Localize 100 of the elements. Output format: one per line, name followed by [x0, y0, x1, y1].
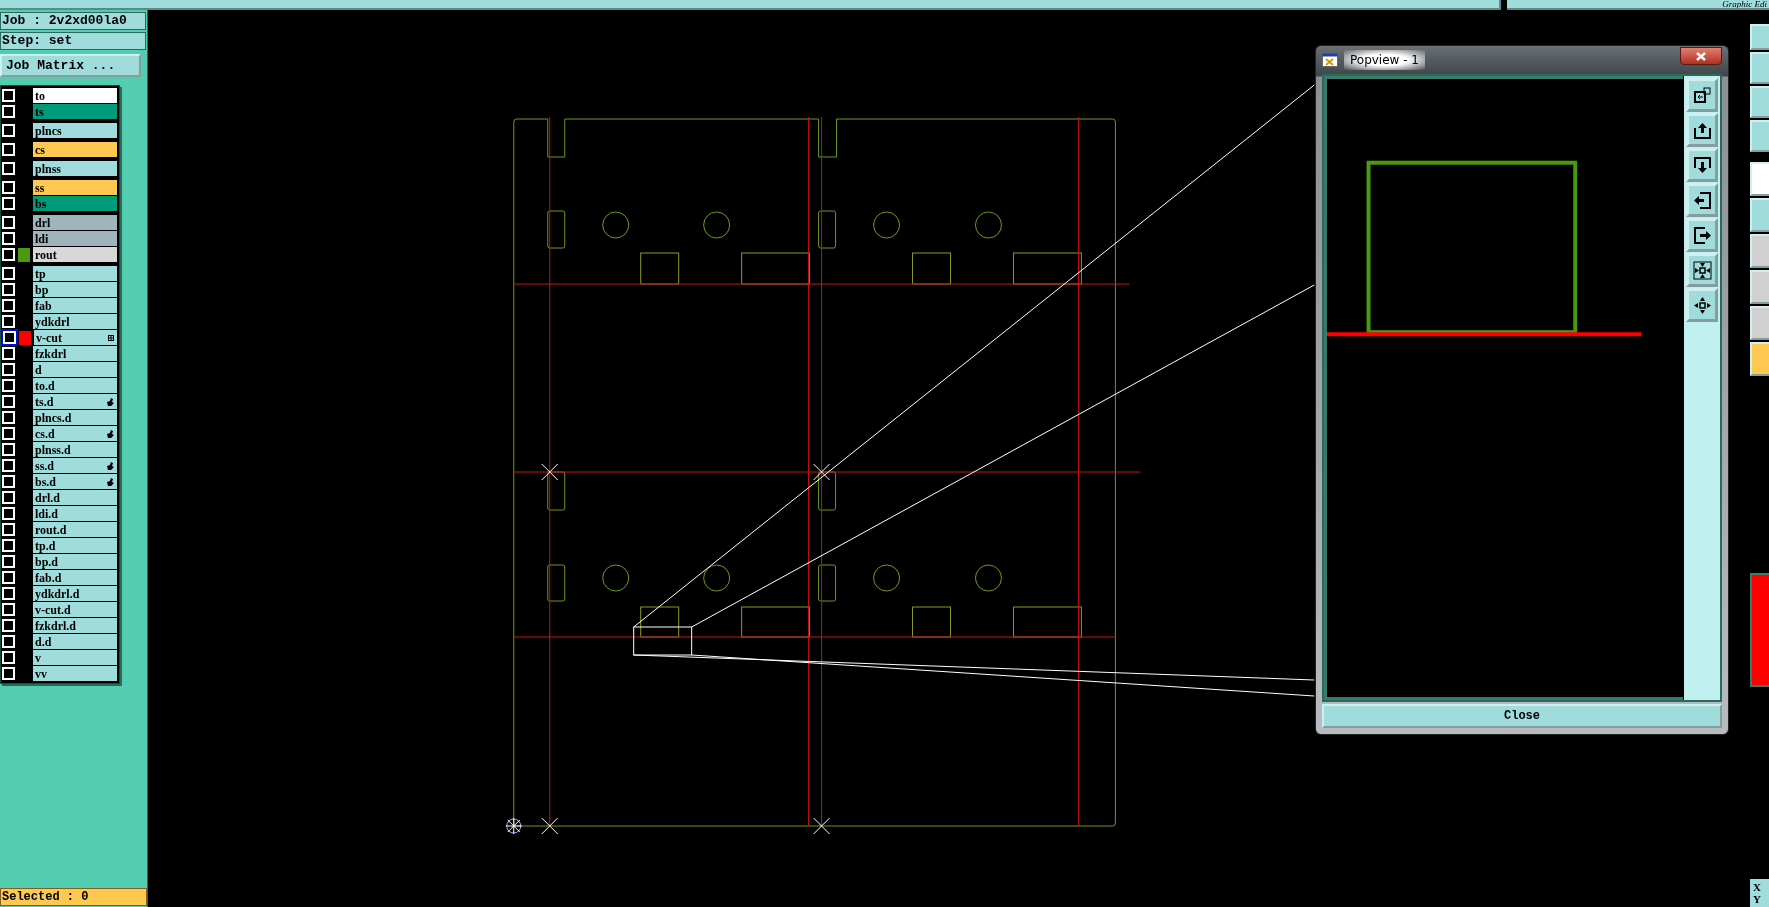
layer-checkbox[interactable] — [2, 555, 15, 568]
layer-checkbox[interactable] — [2, 363, 15, 376]
layer-name[interactable]: plncs.d — [33, 410, 117, 425]
layer-checkbox[interactable] — [2, 539, 15, 552]
layer-name[interactable]: bp — [33, 282, 117, 297]
layer-label: ss — [35, 180, 45, 195]
layer-checkbox[interactable] — [2, 89, 15, 102]
layer-name[interactable]: plnss.d — [33, 442, 117, 457]
layer-checkbox[interactable] — [2, 232, 15, 245]
pad-rectangle — [912, 252, 951, 285]
layer-checkbox[interactable] — [2, 619, 15, 632]
layer-label: plncs.d — [35, 410, 72, 425]
toolbar-button[interactable] — [1686, 253, 1718, 287]
pad-rectangle — [1012, 606, 1082, 638]
layer-checkbox[interactable] — [2, 124, 15, 137]
layer-name[interactable]: drl.d — [33, 490, 117, 505]
layer-name[interactable]: to.d — [33, 378, 117, 393]
layer-name[interactable]: drl — [33, 215, 117, 230]
layer-name[interactable]: fzkdrl — [33, 346, 117, 361]
layer-checkbox[interactable] — [2, 267, 15, 280]
tab-outline — [547, 210, 566, 249]
layer-name[interactable]: fab — [33, 298, 117, 313]
layer-checkbox[interactable] — [2, 443, 15, 456]
layer-checkbox[interactable] — [2, 635, 15, 648]
layer-name[interactable]: fzkdrl.d — [33, 618, 117, 633]
toolbar-button[interactable] — [1686, 183, 1718, 217]
layer-name[interactable]: bp.d — [33, 554, 117, 569]
layer-checkbox[interactable] — [2, 395, 15, 408]
toolbar-button[interactable] — [1686, 218, 1718, 252]
toolbar-button[interactable] — [1686, 78, 1718, 112]
toolbar-button[interactable] — [1686, 113, 1718, 147]
layer-name[interactable]: ts.d — [33, 394, 117, 409]
layer-checkbox[interactable] — [2, 283, 15, 296]
close-button[interactable]: Close — [1322, 704, 1722, 728]
layer-checkbox[interactable] — [2, 347, 15, 360]
layer-name[interactable]: v-cut.d — [33, 602, 117, 617]
layer-checkbox[interactable] — [2, 248, 15, 261]
layer-name[interactable]: plnss — [33, 161, 117, 176]
layer-checkbox[interactable] — [2, 603, 15, 616]
layer-name[interactable]: tp.d — [33, 538, 117, 553]
layer-checkbox[interactable] — [2, 667, 15, 680]
layer-name[interactable]: ss — [33, 180, 117, 195]
layer-name[interactable]: ts — [33, 104, 117, 119]
app-title: Graphic Edi — [1722, 0, 1768, 8]
layer-name[interactable]: cs — [33, 142, 117, 157]
layer-checkbox[interactable] — [2, 459, 15, 472]
layer-name[interactable]: ss.d — [33, 458, 117, 473]
layer-checkbox[interactable] — [2, 651, 15, 664]
toolbar-button[interactable] — [1686, 288, 1718, 322]
layer-name[interactable]: d — [33, 362, 117, 377]
layer-checkbox[interactable] — [2, 162, 15, 175]
layer-checkbox[interactable] — [2, 315, 15, 328]
layer-checkbox[interactable] — [2, 507, 15, 520]
layer-label: bp — [35, 282, 49, 297]
layer-checkbox[interactable] — [2, 299, 15, 312]
layer-name[interactable]: v-cut — [34, 330, 117, 345]
layer-checkbox[interactable] — [2, 143, 15, 156]
layer-checkbox[interactable] — [2, 571, 15, 584]
window-title: Popview - 1 — [1344, 50, 1425, 70]
toolbar-button[interactable] — [1686, 148, 1718, 182]
layer-checkbox[interactable] — [2, 475, 15, 488]
layer-name[interactable]: plncs — [33, 123, 117, 138]
layer-name[interactable]: v — [33, 650, 117, 665]
layer-checkbox[interactable] — [2, 197, 15, 210]
layer-name[interactable]: to — [33, 88, 117, 103]
layer-label: ts.d — [35, 394, 54, 409]
close-button[interactable] — [1680, 47, 1722, 65]
layer-name[interactable]: ldi — [33, 231, 117, 246]
layer-label: ts — [35, 104, 44, 119]
layer-name[interactable]: ydkdrl.d — [33, 586, 117, 601]
layer-name[interactable]: d.d — [33, 634, 117, 649]
layer-checkbox[interactable] — [2, 427, 15, 440]
layer-label: plnss.d — [35, 442, 71, 457]
layer-label: drl.d — [35, 490, 60, 505]
layer-checkbox[interactable] — [2, 411, 15, 424]
box-left-arrow-icon — [1691, 189, 1713, 211]
layer-name[interactable]: ydkdrl — [33, 314, 117, 329]
layer-name[interactable]: ldi.d — [33, 506, 117, 521]
layer-name[interactable]: fab.d — [33, 570, 117, 585]
layer-name[interactable]: bs — [33, 196, 117, 211]
layer-name[interactable]: rout.d — [33, 522, 117, 537]
layer-name[interactable]: rout — [33, 247, 117, 262]
x-label: X — [1753, 881, 1762, 893]
layer-name[interactable]: tp — [33, 266, 117, 281]
hand-icon — [107, 429, 114, 438]
layer-checkbox[interactable] — [2, 105, 15, 118]
close-icon — [1696, 51, 1706, 61]
layer-checkbox[interactable] — [2, 587, 15, 600]
layer-label: rout.d — [35, 522, 67, 537]
job-matrix-button[interactable]: Job Matrix ... — [0, 54, 141, 77]
layer-name[interactable]: cs.d — [33, 426, 117, 441]
layer-label: v-cut — [36, 330, 62, 345]
layer-checkbox[interactable] — [2, 491, 15, 504]
layer-name[interactable]: bs.d — [33, 474, 117, 489]
layer-checkbox[interactable] — [2, 523, 15, 536]
tab-outline — [818, 471, 837, 511]
layer-name[interactable]: vv — [33, 666, 117, 681]
layer-checkbox[interactable] — [2, 181, 15, 194]
layer-checkbox[interactable] — [2, 379, 15, 392]
layer-checkbox[interactable] — [2, 216, 15, 229]
